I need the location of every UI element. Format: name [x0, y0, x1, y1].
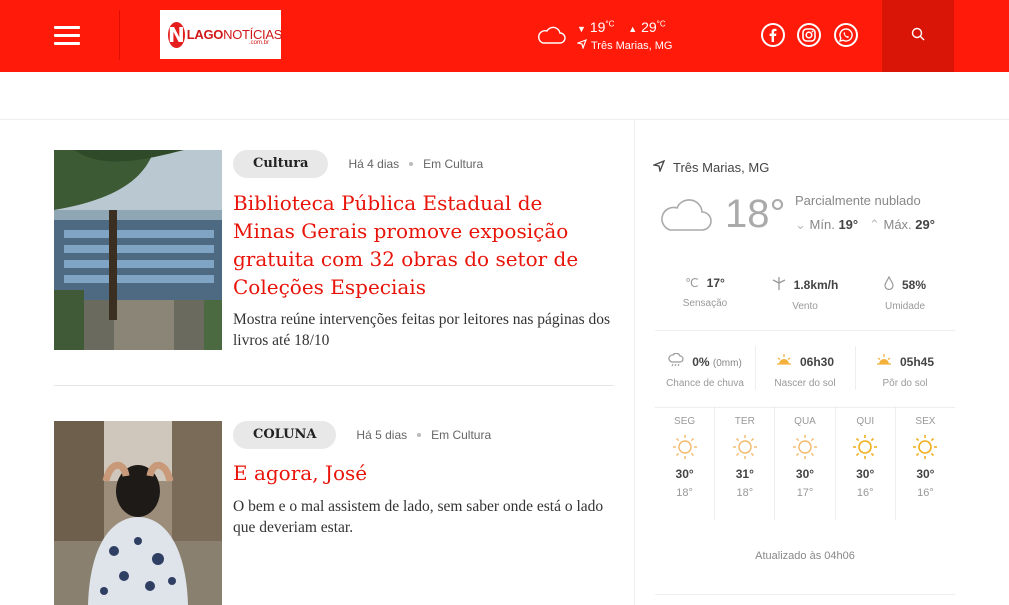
weather-widget: Três Marias, MG 18° Parcialmente nublado… [634, 120, 1009, 605]
feels-like: ℃ 17° Sensação [682, 276, 728, 309]
article-card[interactable]: COLUNA Há 5 dias Em Cultura E agora, Jos… [54, 421, 614, 605]
weather-details-row: ℃ 17° Sensação 1.8km/h Vento 58% Umidade [655, 275, 955, 312]
forecast-day: QUI 30° 16° [836, 406, 896, 520]
article-date: Há 4 dias [348, 157, 400, 171]
article-thumbnail[interactable] [54, 150, 222, 350]
cloud-icon [536, 26, 566, 49]
weather-location: Três Marias, MG [651, 159, 769, 175]
article-title[interactable]: E agora, José [233, 459, 603, 487]
weather-sun-row: 0% (0mm) Chance de chuva 06h30 Nascer do… [655, 352, 955, 389]
article-separator [54, 385, 614, 386]
meta-separator [417, 433, 422, 437]
header-divider [119, 10, 120, 60]
location-arrow-icon [575, 38, 588, 52]
sunrise: 06h30 Nascer do sol [774, 353, 836, 389]
sunset-icon [876, 353, 892, 370]
forecast-day: SEX 30° 16° [896, 406, 955, 520]
weather-divider [655, 594, 955, 595]
facebook-icon[interactable] [761, 23, 785, 47]
cloud-icon [657, 196, 713, 237]
article-category[interactable]: Em Cultura [431, 428, 491, 442]
article-title[interactable]: Biblioteca Pública Estadual de Minas Ger… [233, 189, 603, 301]
article-category[interactable]: Em Cultura [423, 157, 483, 171]
article-card[interactable]: Cultura Há 4 dias Em Cultura Biblioteca … [54, 150, 614, 350]
search-icon [911, 27, 925, 46]
sun-icon [655, 433, 714, 463]
header-location: Três Marias, MG [575, 38, 673, 52]
sun-icon [775, 433, 834, 463]
forecast-row: SEG 30° 18° TER 31° 18° QUA 30° 17° QUI … [655, 406, 955, 520]
weather-condition: Parcialmente nublado [795, 193, 921, 208]
search-button[interactable] [882, 0, 954, 72]
forecast-day: TER 31° 18° [715, 406, 776, 520]
site-header: N LAGONOTÍCIAS .com.br ▼ 19°C ▲ 29°C Trê… [0, 0, 1009, 72]
article-description: Mostra reúne intervenções feitas por lei… [233, 311, 611, 349]
sunrise-icon [776, 353, 792, 370]
category-tag[interactable]: COLUNA [233, 421, 337, 449]
sun-icon [896, 433, 955, 463]
whatsapp-icon[interactable] [834, 23, 858, 47]
article-date: Há 5 dias [356, 428, 408, 442]
wind: 1.8km/h Vento [755, 276, 855, 312]
weather-updated: Atualizado às 04h06 [755, 550, 855, 562]
rain-chance: 0% (0mm) Chance de chuva [666, 352, 744, 389]
min-max-temps: ⌄ Mín. 19° ⌃ Máx. 29° [795, 217, 935, 232]
category-tag[interactable]: Cultura [233, 150, 329, 178]
article-thumbnail[interactable] [54, 421, 222, 605]
sub-navigation-bar [0, 72, 1009, 120]
logo-sub: .com.br [248, 40, 269, 46]
header-temps: ▼ 19°C ▲ 29°C [577, 19, 676, 35]
humidity: 58% Umidade [884, 275, 927, 312]
drop-icon [884, 275, 894, 293]
instagram-icon[interactable] [797, 23, 821, 47]
article-description: O bem e o mal assistem de lado, sem sabe… [233, 498, 604, 536]
forecast-day: QUA 30° 17° [775, 406, 836, 520]
current-temperature: 18° [725, 192, 786, 236]
menu-icon[interactable] [54, 26, 80, 46]
sunset: 05h45 Pôr do sol [855, 353, 955, 389]
wind-turbine-icon [772, 276, 786, 293]
site-logo[interactable]: N LAGONOTÍCIAS .com.br [160, 10, 282, 59]
location-arrow-icon [651, 159, 666, 175]
forecast-day: SEG 30° 18° [655, 406, 716, 520]
sun-icon [715, 433, 774, 463]
rain-cloud-icon [668, 352, 684, 370]
header-max-temp: ▲ 29°C [628, 19, 666, 35]
sun-icon [836, 433, 895, 463]
weather-divider [655, 330, 955, 331]
header-min-temp: ▼ 19°C [577, 19, 615, 35]
logo-n-icon: N [168, 21, 185, 48]
thermometer-icon: ℃ [685, 276, 699, 290]
meta-separator [409, 162, 414, 166]
